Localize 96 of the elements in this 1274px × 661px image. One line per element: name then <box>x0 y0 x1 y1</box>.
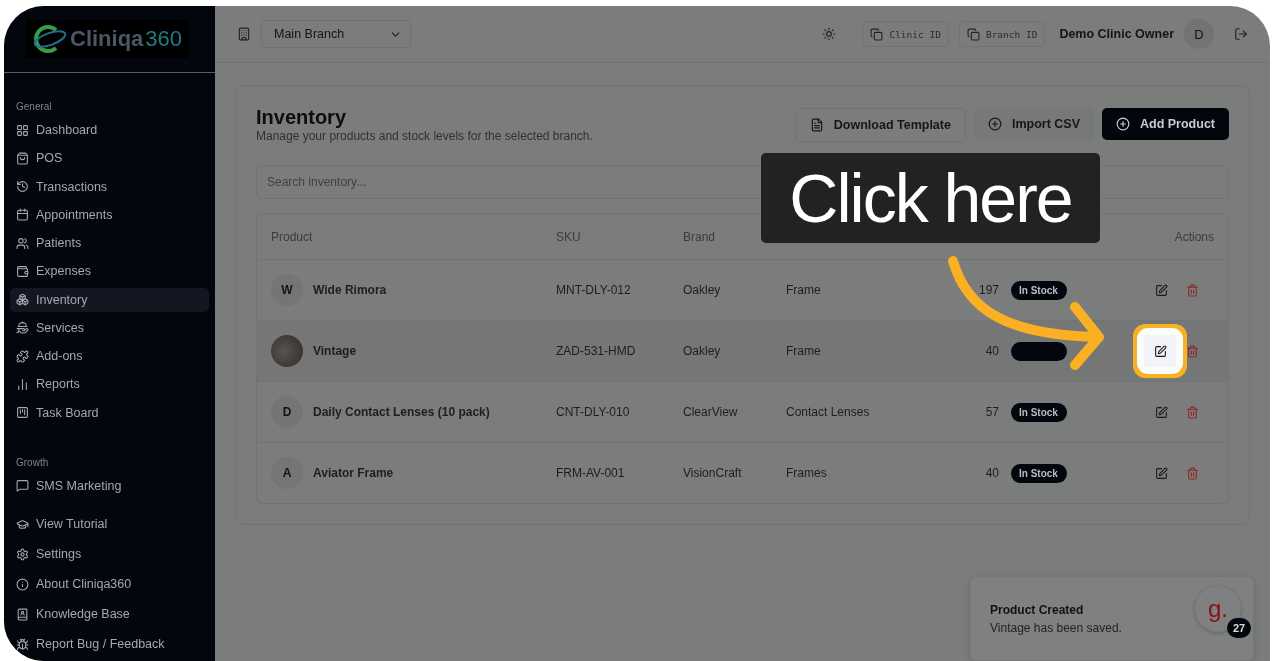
table-cell-text: Frame <box>786 283 822 297</box>
table-cell-text: Frame <box>786 344 822 358</box>
calendar-icon <box>16 208 29 222</box>
sidebar-item[interactable]: Add-ons <box>10 344 209 369</box>
click-here-callout: Click here <box>761 153 1100 243</box>
product-avatar: A <box>271 457 303 489</box>
sidebar-item[interactable]: View Tutorial <box>10 511 209 537</box>
table-cell-text: VisionCraft <box>683 466 743 480</box>
copy-icon <box>870 27 884 41</box>
file-icon <box>809 118 824 132</box>
sidebar-item[interactable]: About Cliniqa360 <box>10 571 209 597</box>
sidebar-item[interactable]: Settings <box>10 541 209 567</box>
sidebar-item[interactable]: Expenses <box>10 259 209 284</box>
info-icon <box>16 577 29 591</box>
edit-icon <box>1155 466 1168 480</box>
product-avatar: D <box>271 396 303 428</box>
table-cell-text: 40 <box>984 466 1000 480</box>
grid-icon <box>16 123 29 137</box>
table-cell-text: Frames <box>786 466 828 480</box>
toast-title: Product Created <box>990 602 1084 617</box>
page-title: Inventory <box>256 106 348 129</box>
column-header: SKU <box>556 229 582 244</box>
table-cell-text: 197 <box>977 283 1000 297</box>
table-cell-text: FRM-AV-001 <box>556 466 626 480</box>
product-avatar: W <box>271 274 303 306</box>
copy-button[interactable]: Clinic ID <box>862 21 949 47</box>
wallet-icon <box>16 264 29 278</box>
sidebar-item[interactable]: Inventory <box>10 287 209 312</box>
board-icon <box>16 406 29 420</box>
logo-text: Cliniqa <box>70 26 144 52</box>
table-cell-text: 40 <box>984 344 1000 358</box>
status-badge: In Stock <box>1011 402 1067 422</box>
graduation-cap-icon <box>16 517 29 531</box>
building-icon <box>237 27 251 41</box>
table-cell-text: ClearView <box>683 405 739 419</box>
book-icon <box>16 607 29 621</box>
sidebar-item[interactable]: Services <box>10 315 209 340</box>
sidebar-item[interactable]: Dashboard <box>10 118 209 143</box>
bug-icon <box>16 637 29 651</box>
sidebar-item[interactable]: Knowledge Base <box>10 601 209 627</box>
ring-logo-icon <box>32 24 68 54</box>
column-header: Brand <box>683 229 717 244</box>
section-title: Growth <box>15 456 50 468</box>
bag-icon <box>16 151 29 165</box>
sidebar-item[interactable]: Report Bug / Feedback <box>10 631 209 657</box>
status-badge <box>1011 341 1067 361</box>
sidebar-item[interactable]: Reports <box>10 372 209 397</box>
column-header: Product <box>271 229 314 244</box>
action-button[interactable]: Download Template <box>794 108 966 142</box>
column-header: Actions <box>1173 229 1214 244</box>
section-title: General <box>15 101 53 112</box>
edit-icon <box>1153 344 1167 358</box>
copy-button[interactable]: Branch ID <box>958 21 1046 47</box>
delete-icon[interactable] <box>1186 344 1199 358</box>
product-name: Aviator Frame <box>313 466 394 480</box>
product-name: Daily Contact Lenses (10 pack) <box>313 405 490 419</box>
table-cell-text: Oakley <box>683 344 722 358</box>
history-icon <box>16 180 29 194</box>
sidebar-item[interactable]: SMS Marketing <box>10 473 209 498</box>
table-cell-text: 57 <box>984 405 1000 419</box>
status-badge: In Stock <box>1011 463 1067 483</box>
settings-icon <box>16 547 29 561</box>
logo-number: 360 <box>145 26 183 52</box>
action-button[interactable]: Add Product <box>1102 108 1229 140</box>
sidebar-item[interactable]: Task Board <box>10 400 209 425</box>
product-name: Vintage <box>313 344 357 358</box>
table-cell-text: ZAD-531-HMD <box>556 344 637 358</box>
action-button[interactable]: Import CSV <box>973 108 1094 140</box>
users-icon <box>16 236 29 250</box>
sidebar-item[interactable]: POS <box>10 146 209 171</box>
plus-icon <box>1116 117 1130 131</box>
bar-chart-icon <box>16 377 29 391</box>
theme-icon[interactable] <box>822 27 837 41</box>
puzzle-icon <box>16 349 29 363</box>
logout-icon[interactable] <box>1234 27 1248 41</box>
sidebar-item[interactable]: Appointments <box>10 202 209 227</box>
toast-message: Vintage has been saved. <box>990 620 1122 635</box>
product-name: Wide Rimora <box>313 283 387 297</box>
status-badge: In Stock <box>1011 280 1067 300</box>
branch-select[interactable]: Main Branch <box>261 20 411 48</box>
user-avatar[interactable]: D <box>1184 19 1214 49</box>
plus-icon <box>987 117 1002 131</box>
copy-icon <box>966 27 980 41</box>
page-subtitle: Manage your products and stock levels for the selected branch. <box>256 129 593 143</box>
edit-icon <box>1155 405 1168 419</box>
hand-icon <box>16 321 29 335</box>
message-icon <box>16 479 29 493</box>
user-name: Demo Clinic Owner <box>1059 27 1174 41</box>
table-cell-text: Contact Lenses <box>786 405 871 419</box>
boxes-icon <box>16 293 29 307</box>
table-cell-text: Oakley <box>683 283 722 297</box>
edit-icon <box>1155 283 1168 297</box>
table-cell-text: MNT-DLY-012 <box>556 283 632 297</box>
sidebar-item[interactable]: Patients <box>10 231 209 256</box>
sidebar-item[interactable]: Transactions <box>10 174 209 199</box>
table-cell-text: CNT-DLY-010 <box>556 405 631 419</box>
